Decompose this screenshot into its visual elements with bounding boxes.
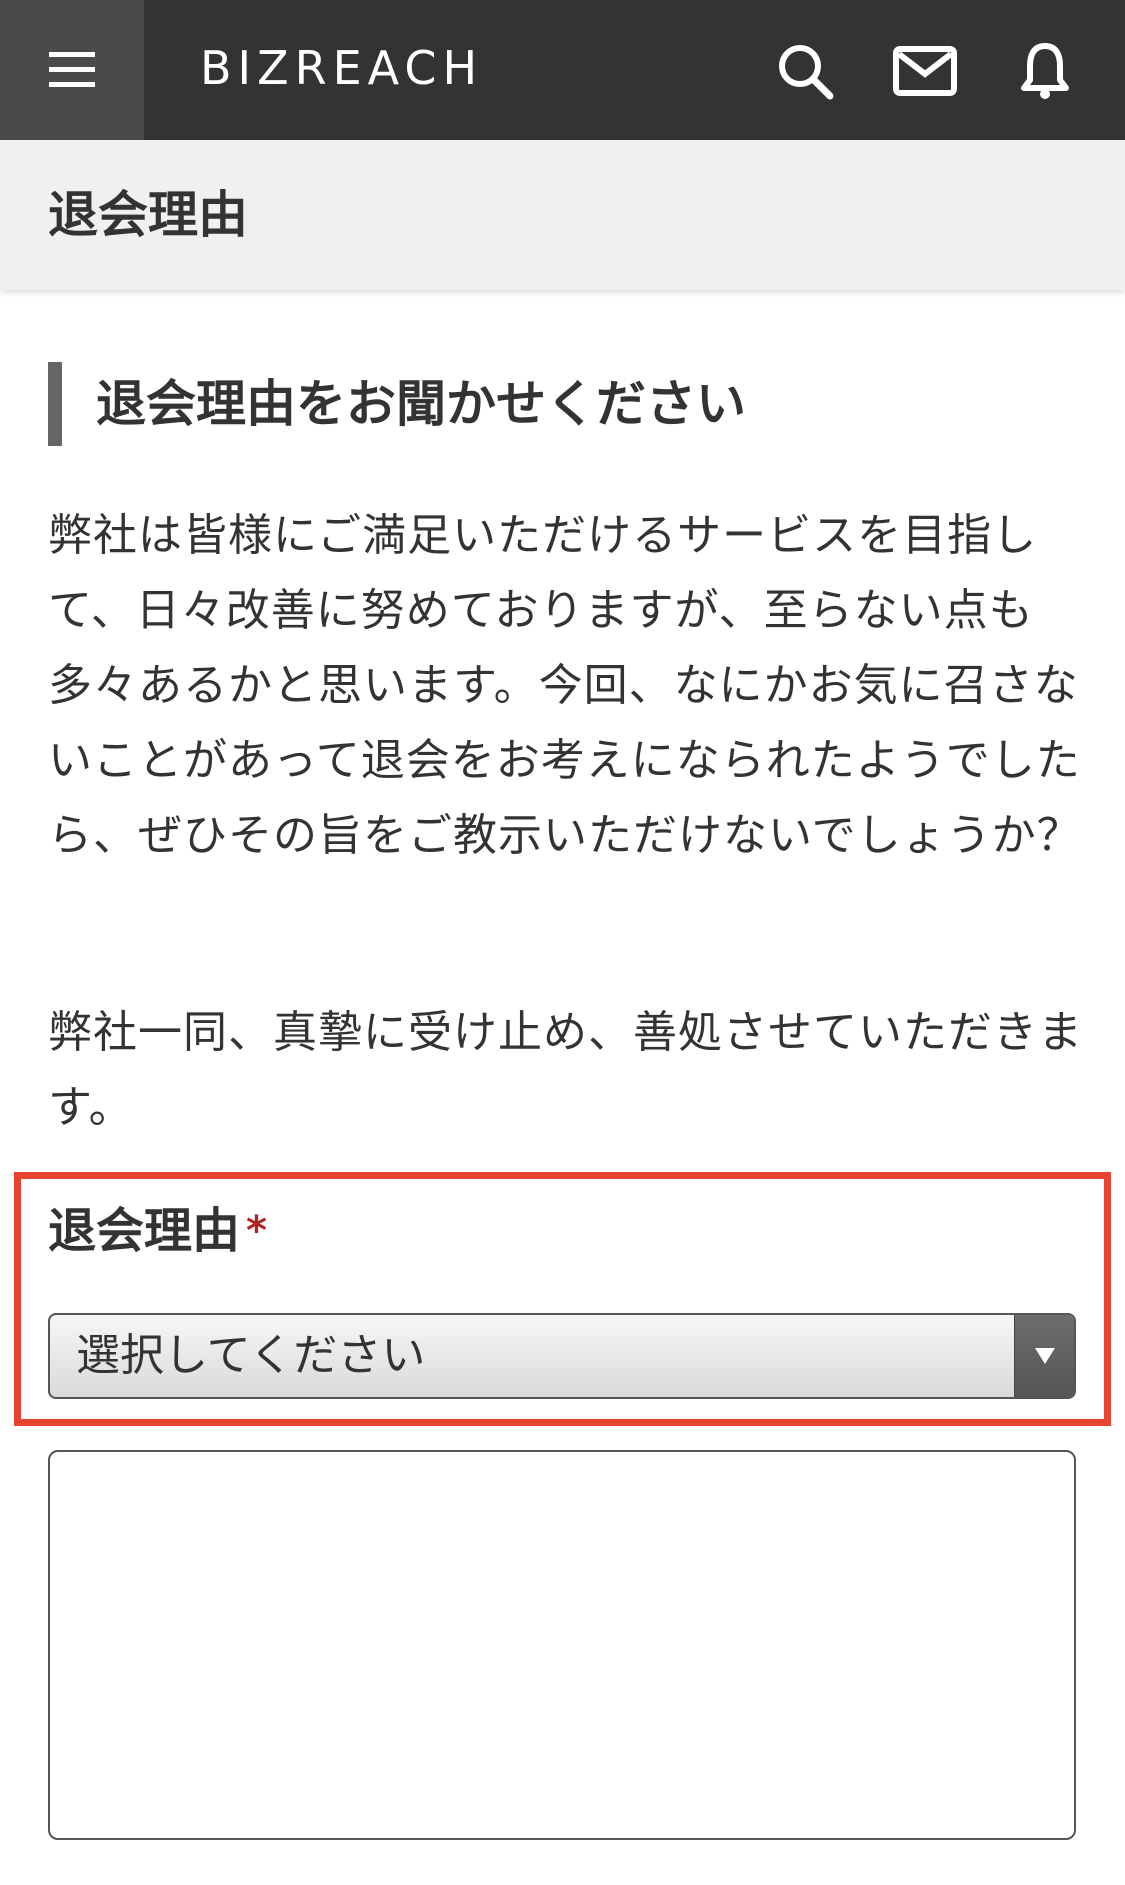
brand-logo[interactable]: BIZREACH <box>200 38 483 98</box>
required-mark: * <box>246 1208 267 1254</box>
mail-icon <box>893 46 957 96</box>
search-icon <box>779 45 834 100</box>
top-navigation-bar: BIZREACH <box>0 0 1125 140</box>
notifications-button[interactable] <box>1010 36 1080 106</box>
logo-text: BIZREAC <box>200 41 443 95</box>
menu-button[interactable] <box>0 0 144 140</box>
intro-paragraph: 弊社は皆様にご満足いただけるサービスを目指して、日々改善に努めておりますが、至ら… <box>48 510 1082 861</box>
bell-icon <box>1021 43 1069 99</box>
reason-label-text: 退会理由 <box>48 1203 241 1259</box>
reason-select-value: 選択してください <box>76 1330 426 1381</box>
logo-text-tail: H <box>442 41 484 95</box>
reason-label: 退会理由 * <box>48 1196 267 1266</box>
search-button[interactable] <box>770 36 840 106</box>
page-title-bar: 退会理由 <box>0 140 1125 290</box>
reason-detail-textarea[interactable] <box>48 1450 1076 1840</box>
triangle-down-icon <box>1034 1348 1055 1364</box>
menu-icon <box>49 52 95 87</box>
reason-select[interactable]: 選択してください <box>48 1313 1076 1399</box>
select-arrow[interactable] <box>1014 1315 1074 1397</box>
section-heading: 退会理由をお聞かせください <box>96 375 746 433</box>
page-title: 退会理由 <box>48 186 248 244</box>
closing-paragraph: 弊社一同、真摯に受け止め、善処させていただきます。 <box>48 1007 1083 1133</box>
messages-button[interactable] <box>890 36 960 106</box>
section-heading-block: 退会理由をお聞かせください <box>48 362 1078 446</box>
